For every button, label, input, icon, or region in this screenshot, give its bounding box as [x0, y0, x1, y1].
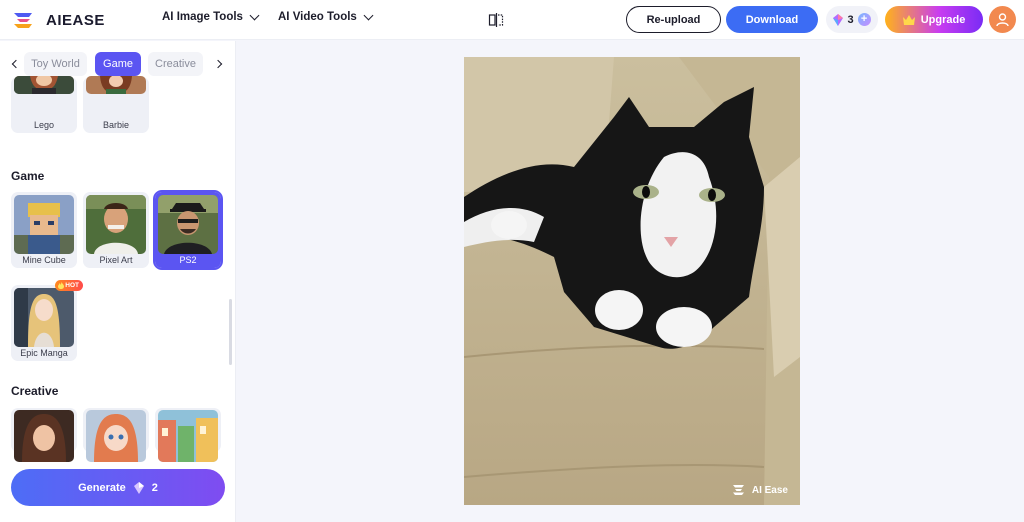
- style-card-label: Pixel Art: [99, 255, 133, 265]
- watermark: AI Ease: [732, 484, 788, 496]
- style-thumbnail: [86, 76, 146, 94]
- section-title-game: Game: [11, 169, 45, 183]
- tabs-prev-button[interactable]: [9, 58, 21, 70]
- style-card-epic-manga[interactable]: HOT Epic Manga: [11, 280, 83, 361]
- style-card-ps2[interactable]: PS2: [153, 190, 223, 270]
- nav-ai-image-tools[interactable]: AI Image Tools: [162, 10, 260, 23]
- style-thumbnail: [158, 195, 218, 254]
- generate-cost: 2: [151, 481, 158, 494]
- user-icon: [996, 13, 1009, 27]
- style-card-barbie[interactable]: Barbie: [83, 76, 149, 133]
- style-card-label: Barbie: [102, 120, 129, 130]
- aiease-logo-icon: [732, 485, 744, 495]
- result-preview: AI Ease: [464, 57, 800, 505]
- pixel-art-image: [86, 195, 146, 254]
- hot-badge-label: HOT: [65, 282, 79, 289]
- epic-manga-image: [14, 288, 74, 347]
- style-card-lego[interactable]: Lego: [11, 76, 77, 133]
- style-card-label: Epic Manga: [20, 348, 68, 358]
- style-card-creative-2[interactable]: [83, 408, 149, 462]
- style-thumbnail: [158, 410, 218, 462]
- style-thumbnail: [14, 76, 74, 94]
- brand-name: AIEASE: [46, 11, 105, 29]
- chevron-down-icon: [363, 10, 374, 20]
- add-credits-icon[interactable]: +: [857, 13, 871, 26]
- hot-badge: HOT: [55, 280, 83, 291]
- upgrade-button[interactable]: Upgrade: [885, 6, 983, 33]
- section-title-creative: Creative: [11, 384, 59, 398]
- upgrade-label: Upgrade: [920, 13, 966, 26]
- flame-icon: [58, 282, 65, 289]
- tab-creative[interactable]: Creative: [148, 52, 203, 76]
- gem-icon: [133, 481, 144, 494]
- top-bar: AIEASE AI Image Tools AI Video Tools Re-…: [0, 0, 1024, 40]
- compare-icon[interactable]: [488, 12, 504, 28]
- style-tabs: Toy World Game Creative: [0, 51, 235, 77]
- style-card-creative-3[interactable]: [155, 408, 221, 462]
- lego-figure-image: [14, 76, 74, 94]
- style-thumbnail: [86, 410, 146, 462]
- credits-badge[interactable]: 3 +: [826, 6, 878, 33]
- barbie-doll-image: [86, 76, 146, 94]
- generate-label: Generate: [78, 481, 126, 494]
- sidebar-scrollbar[interactable]: [229, 299, 232, 365]
- nav-label: AI Video Tools: [278, 11, 357, 23]
- crown-icon: [902, 14, 915, 25]
- nav-label: AI Image Tools: [162, 11, 243, 23]
- aiease-logo-icon: [14, 13, 32, 28]
- tab-game[interactable]: Game: [95, 52, 141, 76]
- style-thumbnail: [14, 288, 74, 347]
- user-avatar[interactable]: [989, 6, 1016, 33]
- nav-ai-video-tools[interactable]: AI Video Tools: [278, 10, 374, 23]
- ps2-image: [158, 195, 218, 254]
- creative-street-image: [158, 410, 218, 462]
- creative-portrait-2-image: [86, 410, 146, 462]
- style-card-mine-cube[interactable]: Mine Cube: [11, 192, 77, 268]
- brand-logo[interactable]: AIEASE: [12, 8, 105, 32]
- style-card-label: PS2: [179, 255, 197, 265]
- chevron-down-icon: [249, 10, 260, 20]
- download-button[interactable]: Download: [726, 6, 818, 33]
- gem-icon: [833, 13, 844, 26]
- style-card-pixel-art[interactable]: Pixel Art: [83, 192, 149, 268]
- generate-button[interactable]: Generate 2: [11, 469, 225, 506]
- style-thumbnail: [14, 410, 74, 462]
- reupload-button[interactable]: Re-upload: [626, 6, 721, 33]
- credits-count: 3: [847, 13, 854, 26]
- style-thumbnail: [14, 195, 74, 254]
- style-card-label: Mine Cube: [22, 255, 66, 265]
- style-card-creative-1[interactable]: [11, 408, 77, 462]
- cat-on-sofa-image: [464, 57, 800, 505]
- watermark-text: AI Ease: [751, 484, 788, 496]
- mine-cube-image: [14, 195, 74, 254]
- style-sidebar: Toy World Game Creative Lego Barbie Game…: [0, 41, 236, 522]
- creative-portrait-1-image: [14, 410, 74, 462]
- style-thumbnail: [86, 195, 146, 254]
- tab-toy-world[interactable]: Toy World: [24, 52, 87, 76]
- chevron-left-icon: [11, 59, 21, 69]
- style-card-label: Lego: [33, 120, 55, 130]
- chevron-right-icon: [213, 59, 223, 69]
- tabs-next-button[interactable]: [213, 58, 226, 70]
